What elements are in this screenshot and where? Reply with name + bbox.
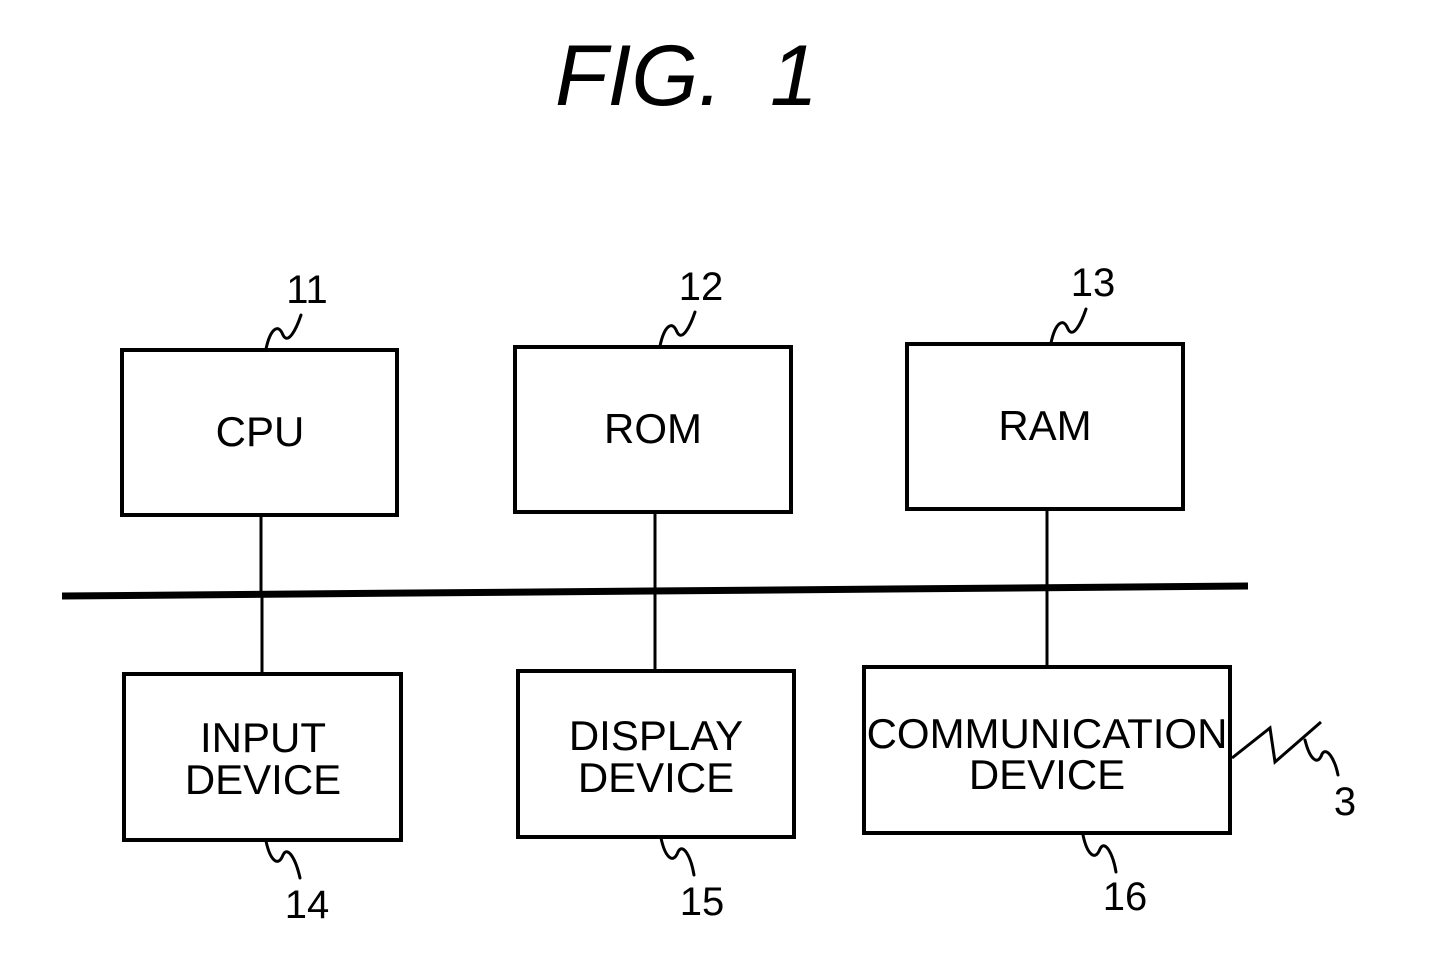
external-link-ref-number: 3 [1334,780,1356,824]
ram-leader-line [1049,307,1088,345]
cpu-leader-line [264,313,303,351]
figure-title: FIG. 1 [555,28,818,124]
input-device-ref-number: 14 [285,883,330,927]
input-device-label-line-1: INPUT [200,714,326,761]
communication-device-ref-number: 16 [1103,875,1148,919]
external-link-symbol [1231,720,1322,765]
external-link-leader-line [1303,738,1340,777]
input-device-leader-line [264,839,302,880]
communication-device-label-line-2: DEVICE [969,751,1125,798]
display-device-label-line-2: DEVICE [578,754,734,801]
ram-label: RAM [998,402,1091,449]
ram-ref-number: 13 [1071,261,1116,305]
rom-block[interactable]: ROM [513,345,793,514]
ram-block[interactable]: RAM [905,342,1185,511]
input-device-block[interactable]: INPUT DEVICE [122,672,403,842]
communication-device-leader-line [1081,833,1118,874]
input-device-label-line-2: DEVICE [185,756,341,803]
display-device-label-line-1: DISPLAY [569,712,743,759]
rom-leader-line [658,310,697,348]
cpu-label: CPU [216,408,305,455]
cpu-block[interactable]: CPU [120,348,399,517]
display-device-leader-line [659,836,696,877]
display-device-block[interactable]: DISPLAY DEVICE [516,669,796,839]
communication-device-block[interactable]: COMMUNICATION DEVICE [862,665,1232,835]
communication-device-label-line-1: COMMUNICATION [867,710,1228,757]
rom-ref-number: 12 [679,265,724,309]
display-device-ref-number: 15 [680,880,725,924]
cpu-ref-number: 11 [286,268,328,312]
rom-label: ROM [604,405,702,452]
block-diagram: FIG. 1 CPU 11 ROM 12 RAM 13 INPUT DEVICE… [61,28,1356,927]
